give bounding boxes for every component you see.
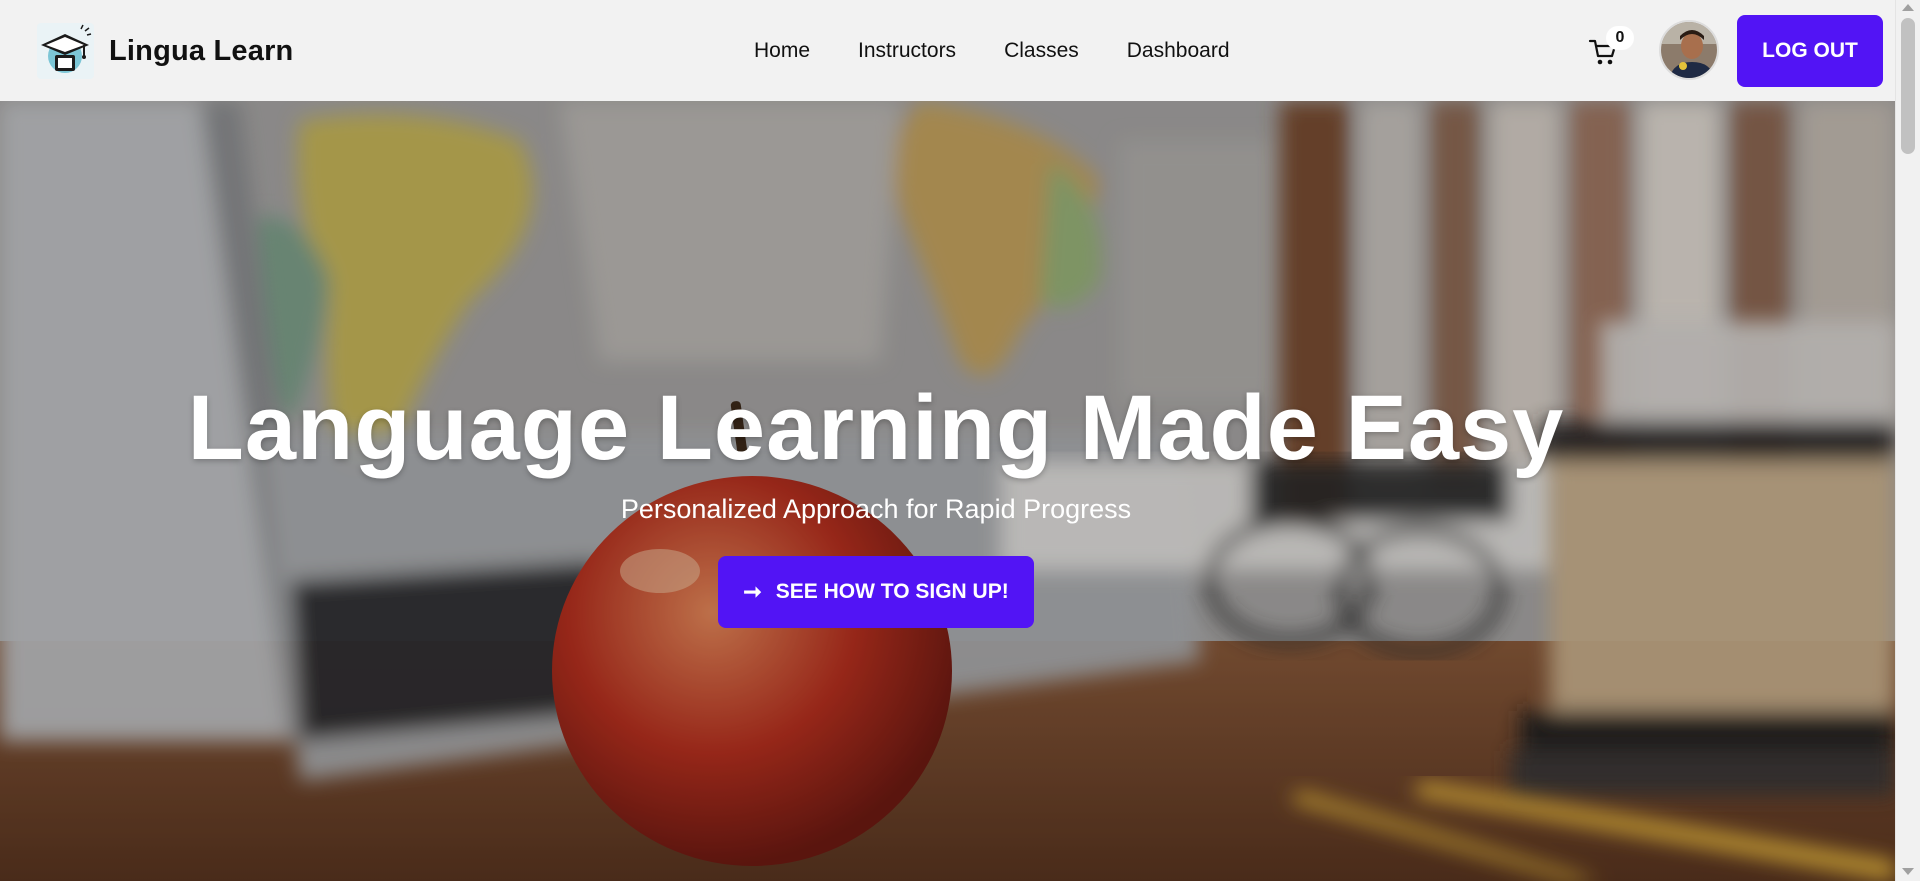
nav-item-home[interactable]: Home xyxy=(754,39,810,63)
scroll-up-arrow-icon[interactable] xyxy=(1902,4,1914,11)
cart-count-badge: 0 xyxy=(1606,26,1634,50)
hero-title: Language Learning Made Easy xyxy=(187,377,1565,479)
brand-name: Lingua Learn xyxy=(109,34,294,67)
user-avatar[interactable] xyxy=(1659,20,1719,80)
see-how-to-sign-up-button[interactable]: ➞ SEE HOW TO SIGN UP! xyxy=(718,556,1034,628)
nav-item-classes[interactable]: Classes xyxy=(1004,39,1079,63)
signup-button-label: SEE HOW TO SIGN UP! xyxy=(775,580,1009,603)
brand[interactable]: Lingua Learn xyxy=(37,23,293,79)
cart-button[interactable]: 0 xyxy=(1588,26,1638,72)
scrollbar-thumb[interactable] xyxy=(1901,18,1915,154)
hero-section: Language Learning Made Easy Personalized… xyxy=(0,101,1895,881)
avatar-image xyxy=(1661,22,1717,78)
hero-overlay xyxy=(0,101,1895,881)
hero-subtitle: Personalized Approach for Rapid Progress xyxy=(620,494,1132,524)
nav-item-dashboard[interactable]: Dashboard xyxy=(1127,39,1230,63)
nav-item-instructors[interactable]: Instructors xyxy=(858,39,956,63)
main-nav: Home Instructors Classes Dashboard xyxy=(754,39,1230,63)
navbar: Lingua Learn Home Instructors Classes Da… xyxy=(0,0,1895,101)
scroll-down-arrow-icon[interactable] xyxy=(1902,868,1914,875)
arrow-right-icon: ➞ xyxy=(743,579,762,604)
logout-button[interactable]: LOG OUT xyxy=(1737,15,1883,87)
page-scrollbar[interactable] xyxy=(1895,0,1920,881)
graduation-cap-icon xyxy=(37,23,94,79)
